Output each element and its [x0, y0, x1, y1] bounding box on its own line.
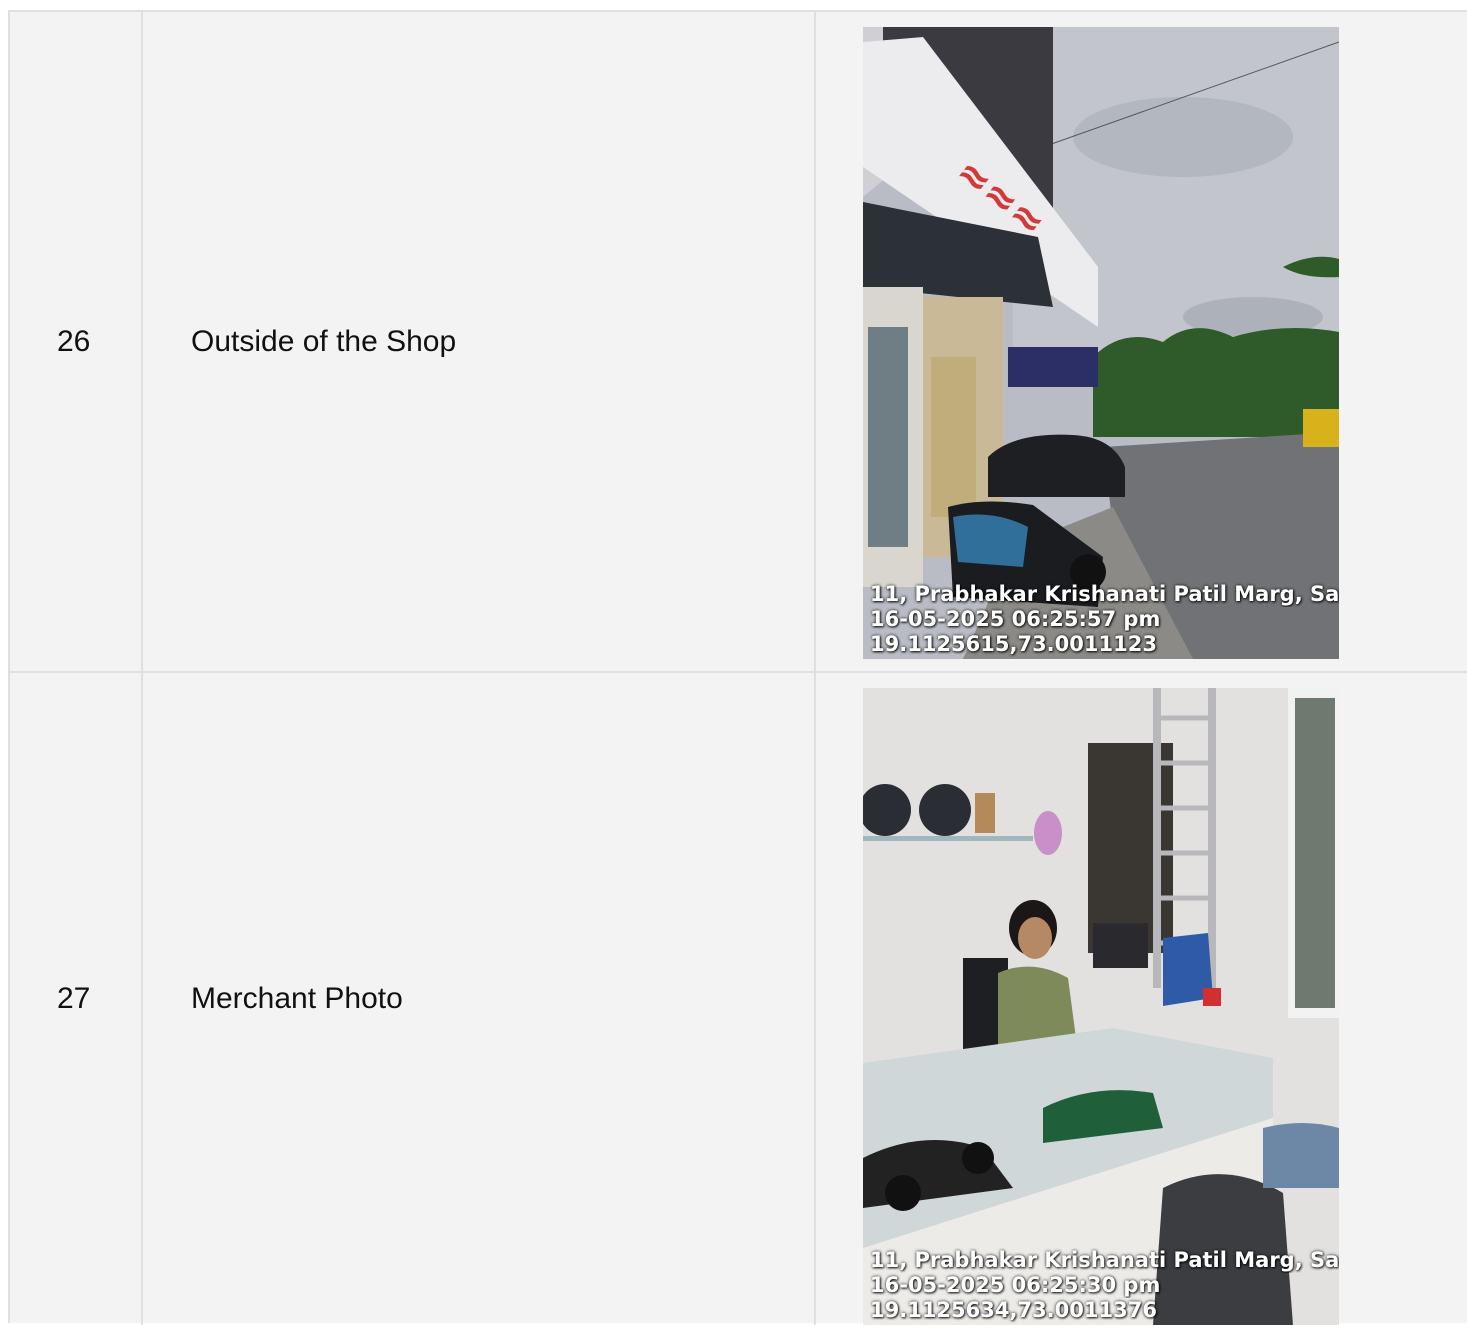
merchant-image — [863, 688, 1339, 1325]
shop-exterior-photo[interactable]: ≈≈≈ 11, Prabhakar Krishanati Patil Marg, — [863, 27, 1339, 659]
serial-cell: 26 — [10, 12, 143, 671]
stamp-timestamp: 16-05-2025 06:25:57 pm — [870, 607, 1161, 631]
stamp-coordinates: 19.1125615,73.0011123 — [870, 632, 1157, 656]
table-row: 27 Merchant Photo 11, Prabhakar Krishana… — [10, 673, 1467, 1325]
serial-number: 26 — [57, 324, 91, 358]
table-row: 26 Outside of the Shop ≈≈≈ 11, Prabhakar… — [10, 12, 1467, 673]
stamp-address: 11, Prabhakar Krishanati Patil Marg, Sav… — [870, 1248, 1339, 1272]
description-cell: Outside of the Shop — [143, 12, 816, 671]
report-table: 26 Outside of the Shop ≈≈≈ 11, Prabhakar… — [8, 10, 1467, 1325]
shop-exterior-image: ≈≈≈ — [863, 27, 1339, 659]
merchant-photo[interactable]: 11, Prabhakar Krishanati Patil Marg, Sav… — [863, 688, 1339, 1325]
description-cell: Merchant Photo — [143, 673, 816, 1325]
photo-cell: ≈≈≈ 11, Prabhakar Krishanati Patil Marg, — [816, 12, 1467, 671]
serial-number: 27 — [57, 982, 91, 1015]
stamp-address: 11, Prabhakar Krishanati Patil Marg, Sav… — [870, 582, 1339, 606]
geo-stamp: 11, Prabhakar Krishanati Patil Marg, Sav… — [870, 582, 1339, 657]
photo-description: Merchant Photo — [191, 982, 403, 1015]
serial-cell: 27 — [10, 673, 143, 1325]
photo-cell: 11, Prabhakar Krishanati Patil Marg, Sav… — [816, 673, 1467, 1325]
stamp-coordinates: 19.1125634,73.0011376 — [870, 1298, 1157, 1322]
geo-stamp: 11, Prabhakar Krishanati Patil Marg, Sav… — [870, 1248, 1339, 1323]
photo-description: Outside of the Shop — [191, 324, 457, 358]
stamp-timestamp: 16-05-2025 06:25:30 pm — [870, 1273, 1161, 1297]
